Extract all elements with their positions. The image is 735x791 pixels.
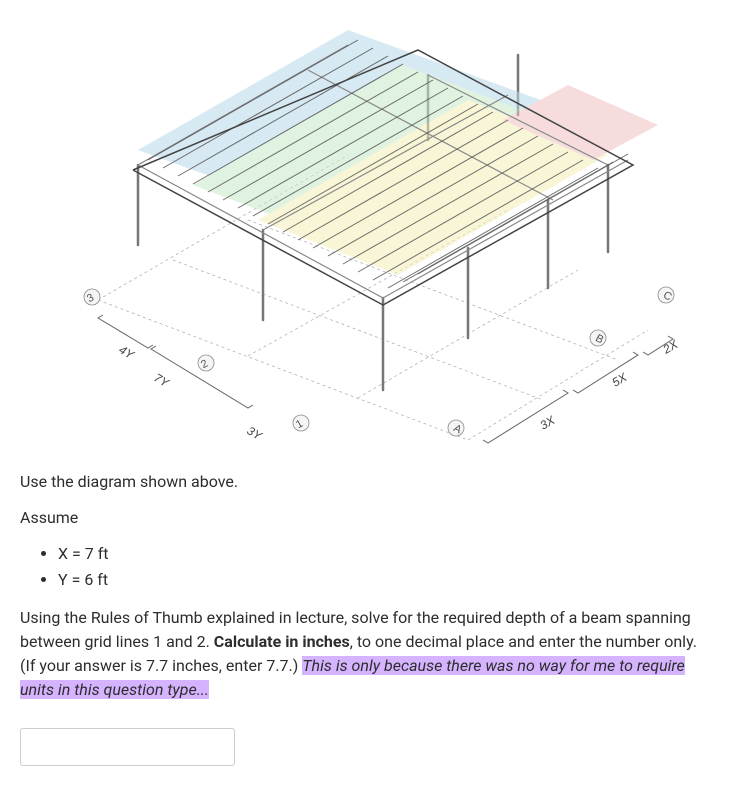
- dim-5x: 5X: [609, 370, 630, 390]
- answer-input[interactable]: [20, 728, 235, 766]
- assume-label: Assume: [20, 506, 715, 530]
- assumption-y: Y = 6 ft: [58, 568, 715, 592]
- question-body: Use the diagram shown above. Assume X = …: [20, 470, 715, 702]
- structural-diagram: 3 2 1 A B C 4Y: [48, 20, 688, 450]
- dim-7y: 7Y: [151, 370, 172, 390]
- dim-3x: 3X: [537, 413, 558, 433]
- diagram-container: 3 2 1 A B C 4Y: [20, 20, 715, 450]
- assumption-x: X = 7 ft: [58, 542, 715, 566]
- question-bold: Calculate in inches: [214, 632, 350, 651]
- assumptions-list: X = 7 ft Y = 6 ft: [20, 542, 715, 592]
- question-text: Using the Rules of Thumb explained in le…: [20, 606, 715, 702]
- dim-4y: 4Y: [116, 342, 137, 362]
- dim-3y: 3Y: [244, 423, 265, 443]
- dim-2x: 2X: [659, 337, 680, 357]
- intro-text: Use the diagram shown above.: [20, 470, 715, 494]
